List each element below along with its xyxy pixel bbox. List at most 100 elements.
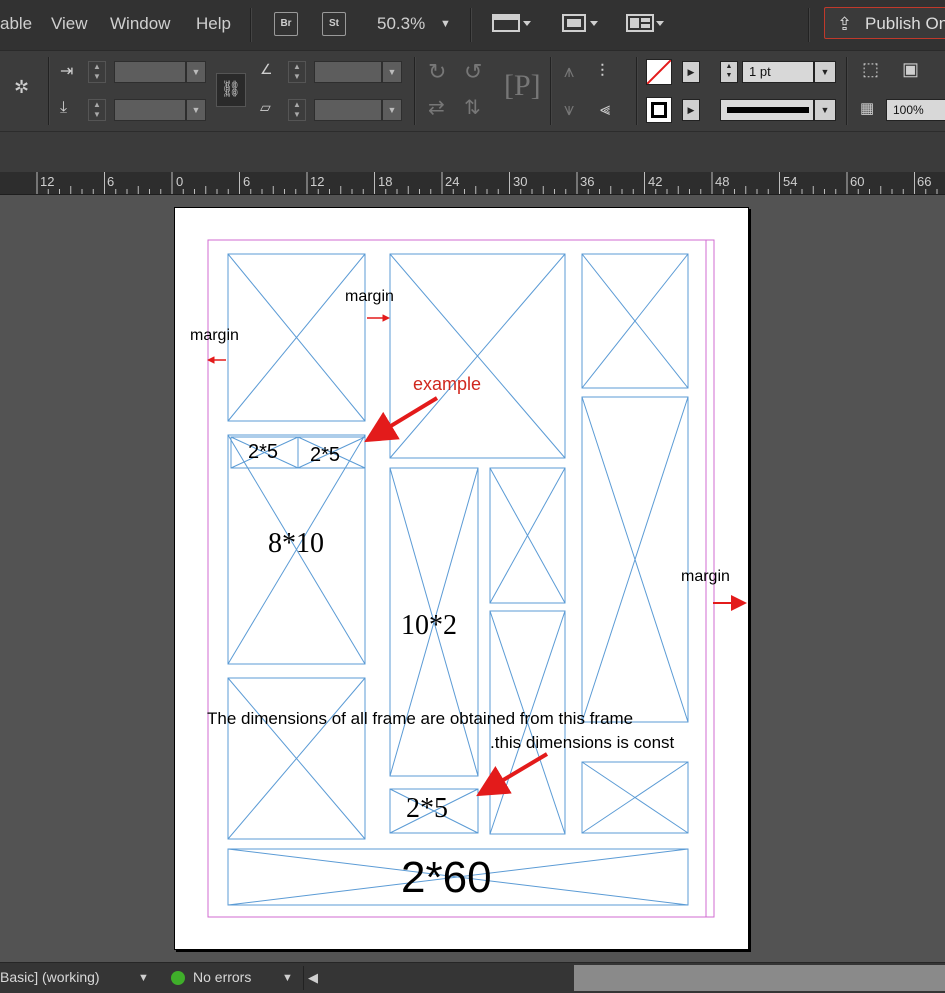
ruler-label: 24 bbox=[445, 174, 460, 189]
ruler-label: 66 bbox=[917, 174, 932, 189]
stroke-weight-stepper[interactable]: ▲ ▼ bbox=[720, 61, 738, 83]
publish-online-button[interactable]: ⇪ Publish Onl bbox=[824, 7, 945, 39]
margin-guide bbox=[207, 239, 715, 918]
scroll-left-icon[interactable]: ◀ bbox=[308, 970, 318, 986]
horizontal-ruler[interactable]: 12 6 0 6 12 18 24 30 36 42 48 54 60 66 bbox=[0, 172, 945, 195]
rotation-stepper[interactable]: ▲ ▼ bbox=[288, 61, 306, 83]
path-type-icon[interactable]: [P] bbox=[504, 69, 541, 103]
ruler-label: 18 bbox=[378, 174, 393, 189]
indent-right-icon: ⇥ bbox=[60, 63, 74, 80]
shear-stepper[interactable]: ▲ ▼ bbox=[288, 99, 306, 121]
drop-shadow-icon[interactable]: ▣ bbox=[902, 59, 919, 80]
control-separator bbox=[48, 57, 50, 125]
control-panel: ✲ ⇥ ▲ ▼ ▼ ⤓ ▲ ▼ ▼ ⛓ ∠ ▲ ▼ ▼ ▱ ▲ ▼ ▼ ↻ ↺ ⇄ ⇅ … bbox=[0, 51, 945, 132]
dimension-note-line1: The dimensions of all frame are obtained… bbox=[207, 709, 634, 728]
control-separator bbox=[414, 57, 416, 125]
toolbar-gap bbox=[0, 132, 945, 172]
ruler-label: 42 bbox=[648, 174, 663, 189]
fill-menu-button[interactable]: ▶ bbox=[682, 61, 700, 83]
height-field[interactable] bbox=[114, 99, 186, 121]
screen-mode-icon[interactable] bbox=[560, 12, 600, 40]
image-frame[interactable] bbox=[581, 253, 689, 389]
ruler-label: 30 bbox=[513, 174, 528, 189]
dimension-label: 10*2 bbox=[401, 610, 457, 641]
menu-view[interactable]: View bbox=[51, 14, 88, 34]
bridge-button[interactable]: Br bbox=[274, 12, 298, 36]
example-label: example bbox=[413, 374, 482, 394]
dimension-label: 2*5 bbox=[310, 444, 341, 466]
preflight-profile[interactable]: Basic] (working) bbox=[0, 969, 100, 985]
image-frame[interactable] bbox=[389, 253, 566, 459]
rotation-field[interactable] bbox=[314, 61, 382, 83]
rotate-cw-icon[interactable]: ↻ bbox=[428, 59, 446, 85]
ruler-label: 0 bbox=[176, 174, 184, 189]
image-frame[interactable] bbox=[489, 467, 566, 604]
stock-button[interactable]: St bbox=[322, 12, 346, 36]
status-bar: Basic] (working) ▼ No errors ▼ ◀ bbox=[0, 962, 945, 993]
view-options-icon[interactable] bbox=[492, 12, 532, 40]
rotation-dropdown[interactable]: ▼ bbox=[382, 61, 402, 83]
preflight-status[interactable]: No errors bbox=[193, 969, 251, 985]
width-dropdown[interactable]: ▼ bbox=[186, 61, 206, 83]
profile-dropdown-icon[interactable]: ▼ bbox=[138, 972, 149, 984]
stroke-type-field[interactable] bbox=[720, 99, 814, 121]
menu-help[interactable]: Help bbox=[196, 14, 231, 34]
opacity-field[interactable]: 100% bbox=[886, 99, 945, 121]
dimension-note-line2: .this dimensions is const bbox=[490, 733, 675, 752]
image-frame[interactable] bbox=[227, 677, 366, 840]
horizontal-scrollbar-thumb[interactable] bbox=[574, 965, 945, 991]
select-container-icon[interactable]: ⩚ bbox=[564, 61, 574, 82]
menu-table[interactable]: able bbox=[0, 14, 32, 34]
stroke-weight-field[interactable]: 1 pt bbox=[742, 61, 814, 83]
preflight-ok-icon bbox=[171, 971, 185, 985]
menu-window[interactable]: Window bbox=[110, 14, 170, 34]
shear-dropdown[interactable]: ▼ bbox=[382, 99, 402, 121]
rotate-ccw-icon[interactable]: ↺ bbox=[464, 59, 482, 85]
ruler-label: 48 bbox=[715, 174, 730, 189]
image-frame[interactable] bbox=[581, 396, 689, 723]
dimension-label: 2*60 bbox=[401, 853, 492, 902]
ruler-label: 6 bbox=[243, 174, 251, 189]
stroke-type-dropdown[interactable]: ▼ bbox=[814, 99, 836, 121]
ruler-label: 6 bbox=[107, 174, 115, 189]
rotation-angle-icon: ∠ bbox=[260, 61, 273, 77]
example-arrow bbox=[364, 396, 439, 443]
stroke-weight-dropdown[interactable]: ▼ bbox=[814, 61, 836, 83]
shear-angle-icon: ▱ bbox=[260, 99, 271, 115]
shear-field[interactable] bbox=[314, 99, 382, 121]
zoom-dropdown-icon[interactable]: ▼ bbox=[440, 18, 451, 30]
margin-label-mid: margin bbox=[345, 288, 394, 305]
flip-horizontal-icon[interactable]: ⇄ bbox=[428, 95, 445, 120]
ruler-label: 60 bbox=[850, 174, 865, 189]
stroke-menu-button[interactable]: ▶ bbox=[682, 99, 700, 121]
margin-label-right: margin bbox=[681, 568, 730, 585]
menu-separator bbox=[470, 8, 472, 42]
stroke-swatch[interactable] bbox=[646, 97, 672, 123]
corner-options-icon[interactable]: ⬚ bbox=[862, 59, 879, 80]
document-page[interactable]: margin margin margin example 2*5 2*5 8*1… bbox=[174, 207, 749, 950]
width-stepper[interactable]: ▲ ▼ bbox=[88, 61, 106, 83]
flip-vertical-icon[interactable]: ⇅ bbox=[464, 95, 481, 120]
height-stepper[interactable]: ▲ ▼ bbox=[88, 99, 106, 121]
image-frame[interactable] bbox=[581, 761, 689, 834]
width-field[interactable] bbox=[114, 61, 186, 83]
publish-label: Publish Onl bbox=[865, 14, 945, 33]
opacity-icon: ▦ bbox=[860, 100, 875, 117]
select-next-icon[interactable]: ⫷ bbox=[600, 99, 610, 120]
zoom-level[interactable]: 50.3% bbox=[377, 14, 425, 34]
control-separator bbox=[636, 57, 638, 125]
select-content-icon[interactable]: ⩛ bbox=[564, 99, 574, 120]
preflight-dropdown-icon[interactable]: ▼ bbox=[282, 972, 293, 984]
menu-separator bbox=[808, 8, 810, 42]
control-separator bbox=[846, 57, 848, 125]
select-previous-icon[interactable]: ⫶ bbox=[600, 61, 605, 82]
image-frame[interactable] bbox=[227, 253, 366, 422]
height-dropdown[interactable]: ▼ bbox=[186, 99, 206, 121]
ruler-label: 12 bbox=[40, 174, 55, 189]
arrange-documents-icon[interactable] bbox=[626, 12, 666, 40]
constrain-proportions-icon[interactable]: ⛓ bbox=[216, 73, 246, 107]
fill-none-swatch[interactable] bbox=[646, 59, 672, 85]
ruler-label: 36 bbox=[580, 174, 595, 189]
ruler-label: 54 bbox=[783, 174, 798, 189]
bug-icon[interactable]: ✲ bbox=[14, 77, 29, 98]
